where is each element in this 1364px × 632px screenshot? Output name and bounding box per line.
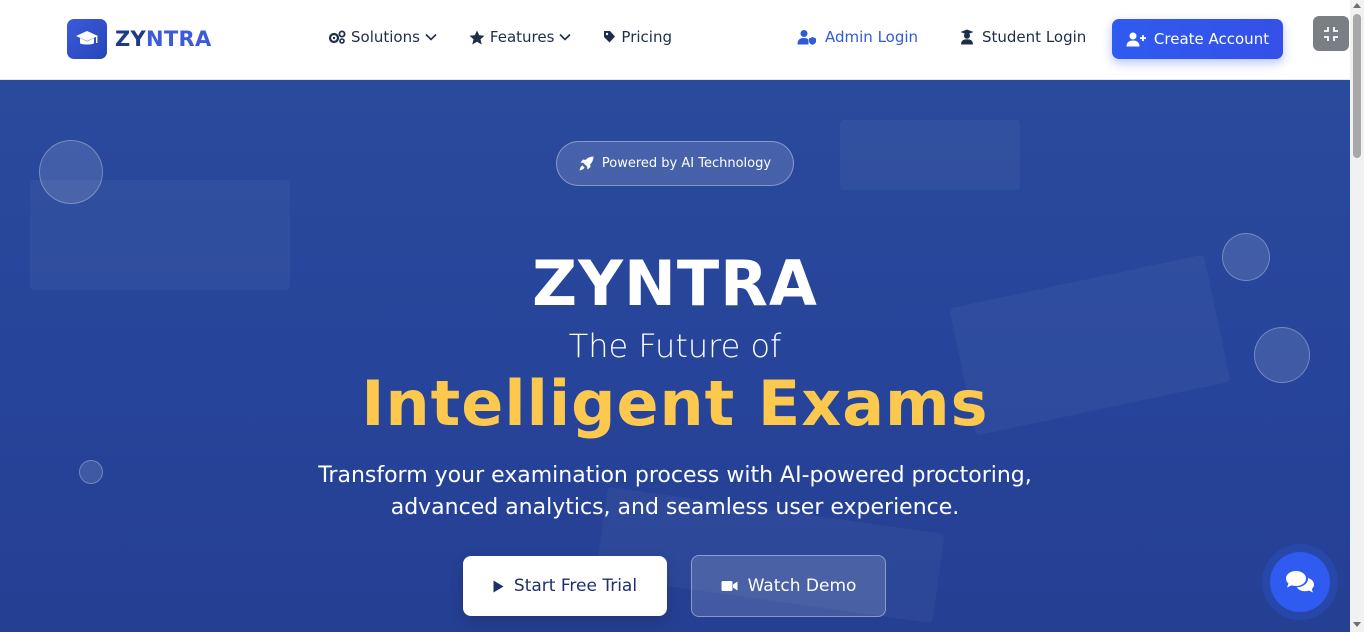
hero-section: Powered by AI Technology ZYNTRA The Futu…	[0, 80, 1350, 632]
chevron-down-icon	[559, 33, 571, 41]
admin-login-label: Admin Login	[825, 28, 919, 46]
create-account-label: Create Account	[1153, 30, 1270, 48]
tag-icon	[604, 31, 616, 43]
decor-bubble	[39, 140, 103, 204]
nav-solutions[interactable]: Solutions	[328, 28, 437, 46]
play-icon	[493, 580, 504, 592]
scroll-thumb[interactable]	[1353, 14, 1361, 158]
ai-technology-badge: Powered by AI Technology	[556, 141, 794, 186]
user-shield-icon	[797, 30, 816, 45]
scroll-up-arrow[interactable]	[1353, 3, 1361, 8]
brand-logo[interactable]: ZYNTRA	[67, 19, 212, 59]
start-free-trial-label: Start Free Trial	[513, 576, 638, 596]
page-scrollbar[interactable]	[1350, 0, 1364, 632]
watch-demo-button[interactable]: Watch Demo	[691, 555, 886, 617]
scroll-down-arrow[interactable]	[1353, 622, 1361, 627]
user-graduate-icon	[960, 29, 974, 45]
user-plus-icon	[1126, 32, 1146, 46]
hero-bg-shape	[840, 120, 1020, 190]
exit-fullscreen-button[interactable]	[1313, 16, 1349, 51]
start-free-trial-button[interactable]: Start Free Trial	[463, 556, 667, 616]
hero-description-line: advanced analytics, and seamless user ex…	[390, 495, 960, 520]
graduation-cap-icon	[67, 19, 107, 59]
hero-description: Transform your examination process with …	[0, 460, 1350, 524]
cogs-icon	[328, 30, 346, 44]
badge-label: Powered by AI Technology	[601, 156, 772, 171]
rocket-icon	[579, 156, 594, 171]
student-login-link[interactable]: Student Login	[960, 28, 1086, 46]
chevron-down-icon	[425, 33, 437, 41]
nav-features[interactable]: Features	[469, 28, 572, 46]
hero-brand-title: ZYNTRA	[532, 247, 818, 320]
brand-name: ZYNTRA	[115, 27, 212, 51]
nav-pricing-label: Pricing	[621, 28, 672, 46]
nav-features-label: Features	[489, 28, 555, 46]
watch-demo-label: Watch Demo	[747, 576, 857, 596]
video-camera-icon	[721, 581, 738, 591]
chat-widget-button[interactable]	[1270, 552, 1330, 612]
hero-description-line: Transform your examination process with …	[318, 463, 1032, 488]
admin-login-link[interactable]: Admin Login	[797, 28, 918, 46]
hero-highlight-title: Intelligent Exams	[361, 367, 989, 440]
chat-bubbles-icon	[1286, 571, 1314, 593]
nav-solutions-label: Solutions	[351, 28, 420, 46]
main-nav: Solutions Features Pricing	[328, 28, 672, 46]
nav-pricing[interactable]: Pricing	[603, 28, 672, 46]
star-icon	[469, 30, 485, 44]
compress-icon	[1324, 26, 1338, 41]
navbar: ZYNTRA Solutions Features Pricing Admin …	[0, 0, 1350, 80]
create-account-button[interactable]: Create Account	[1112, 19, 1283, 59]
student-login-label: Student Login	[982, 28, 1087, 46]
hero-subtitle: The Future of	[568, 327, 782, 365]
